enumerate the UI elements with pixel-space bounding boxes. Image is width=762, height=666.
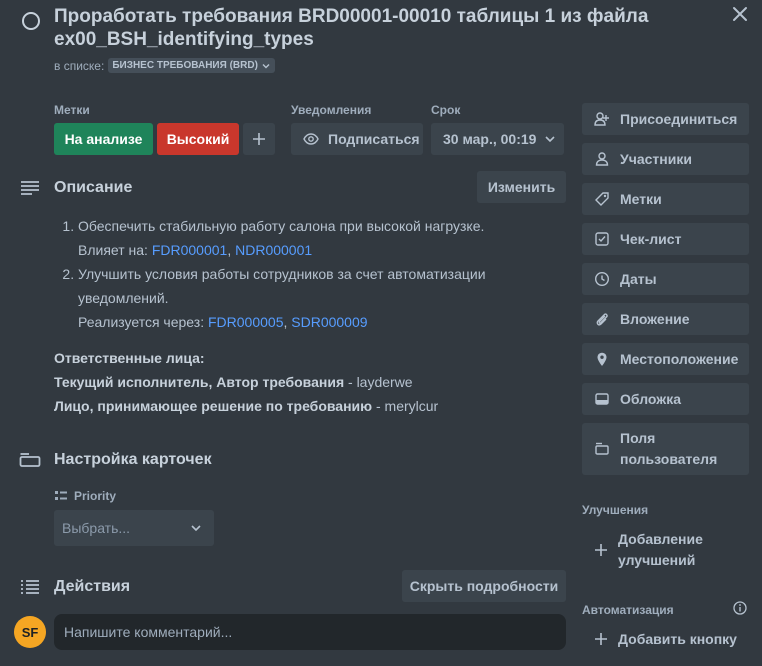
notifications-heading: Уведомления — [291, 103, 372, 117]
labels-heading: Метки — [54, 103, 90, 117]
comment-input[interactable]: Напишите комментарий... — [54, 614, 566, 650]
responsible-heading: Ответственные лица: — [54, 350, 205, 366]
custom-fields-icon — [594, 441, 610, 457]
link-fdr000005[interactable]: FDR000005 — [208, 314, 284, 330]
custom-fields-line1: Поля — [620, 430, 656, 446]
decision-value: - merylcur — [372, 398, 439, 414]
person-plus-icon — [594, 111, 610, 127]
location-button[interactable]: Местоположение — [582, 343, 749, 375]
attachment-button[interactable]: Вложение — [582, 303, 749, 335]
priority-select[interactable]: Выбрать... — [54, 510, 214, 546]
checklist-label: Чек-лист — [620, 231, 682, 247]
complete-toggle[interactable] — [22, 12, 40, 30]
separator: , — [227, 242, 236, 258]
plus-icon — [253, 133, 265, 145]
chevron-down-icon — [262, 63, 270, 68]
add-button-button[interactable]: Добавить кнопку — [582, 627, 749, 651]
eye-icon — [303, 133, 319, 145]
dates-label: Даты — [620, 271, 657, 287]
paperclip-icon — [594, 311, 610, 327]
custom-fields-button[interactable]: Поля пользователя — [582, 423, 749, 475]
subscribe-label: Подписаться — [328, 131, 420, 147]
activity-heading: Действия — [54, 578, 131, 595]
card-settings-heading: Настройка карточек — [54, 451, 212, 468]
hide-details-button[interactable]: Скрыть подробности — [402, 570, 566, 602]
labels-button[interactable]: Метки — [582, 183, 749, 215]
requirement-text: Улучшить условия работы сотрудников за с… — [78, 266, 486, 306]
card-title[interactable]: Проработать требования BRD00001-00010 та… — [54, 5, 714, 51]
join-button[interactable]: Присоединиться — [582, 103, 749, 135]
list-prefix: в списке: — [54, 58, 105, 73]
link-sdr000009[interactable]: SDR000009 — [291, 314, 367, 330]
tag-icon — [594, 191, 610, 207]
label-chip-analysis[interactable]: На анализе — [54, 123, 153, 155]
chevron-down-icon — [191, 525, 201, 532]
clock-icon — [594, 271, 610, 287]
cover-label: Обложка — [620, 391, 681, 407]
decision-label: Лицо, принимающее решение по требованию — [54, 398, 373, 414]
affects-line: Влияет на: FDR000001, NDR000001 — [78, 238, 524, 262]
plus-icon — [594, 543, 608, 557]
due-heading: Срок — [431, 103, 461, 117]
priority-field-label: Priority — [54, 489, 116, 503]
automation-heading: Автоматизация — [582, 603, 674, 617]
members-label: Участники — [620, 151, 692, 167]
location-pin-icon — [594, 351, 610, 367]
chevron-down-icon — [545, 136, 556, 143]
priority-label: Priority — [74, 489, 117, 503]
description-body: Обеспечить стабильную работу салона при … — [54, 214, 524, 418]
custom-fields-label: Поля пользователя — [620, 428, 717, 470]
activity-icon — [20, 579, 40, 595]
close-icon[interactable] — [728, 2, 752, 26]
join-label: Присоединиться — [620, 111, 738, 127]
add-powerups-line1: Добавление — [618, 531, 703, 547]
cover-button[interactable]: Обложка — [582, 383, 749, 415]
members-button[interactable]: Участники — [582, 143, 749, 175]
powerups-heading: Улучшения — [582, 503, 649, 517]
custom-fields-icon — [55, 491, 67, 500]
label-chip-high[interactable]: Высокий — [157, 123, 239, 155]
due-date-value: 30 мар., 00:19 — [443, 131, 537, 147]
link-ndr000001[interactable]: NDR000001 — [235, 242, 312, 258]
requirement-item: Улучшить условия работы сотрудников за с… — [78, 262, 524, 334]
custom-fields-line2: пользователя — [620, 451, 718, 467]
requirement-item: Обеспечить стабильную работу салона при … — [78, 214, 524, 262]
dates-button[interactable]: Даты — [582, 263, 749, 295]
add-powerups-line2: улучшений — [618, 552, 696, 568]
person-icon — [594, 151, 610, 167]
subscribe-button[interactable]: Подписаться — [291, 123, 423, 155]
requirement-text: Обеспечить стабильную работу салона при … — [78, 218, 485, 234]
checkbox-icon — [594, 231, 610, 247]
realized-label: Реализуется через: — [78, 314, 208, 330]
list-selector[interactable]: БИЗНЕС ТРЕБОВАНИЯ (BRD) — [108, 58, 275, 73]
link-fdr000001[interactable]: FDR000001 — [152, 242, 228, 258]
add-button-label: Добавить кнопку — [618, 631, 737, 647]
labels-label: Метки — [620, 191, 662, 207]
add-powerups-label: Добавление улучшений — [618, 529, 703, 571]
description-icon — [20, 180, 40, 196]
card-settings-icon — [19, 452, 41, 468]
list-info: в списке: БИЗНЕС ТРЕБОВАНИЯ (BRD) — [54, 58, 275, 73]
realized-line: Реализуется через: FDR000005, SDR000009 — [78, 310, 524, 334]
attachment-label: Вложение — [620, 311, 690, 327]
info-icon[interactable] — [733, 601, 747, 615]
edit-description-button[interactable]: Изменить — [477, 171, 566, 203]
checklist-button[interactable]: Чек-лист — [582, 223, 749, 255]
avatar[interactable]: SF — [14, 616, 46, 648]
location-label: Местоположение — [620, 351, 739, 367]
executor-line: Текущий исполнитель, Автор требования - … — [54, 370, 524, 394]
select-placeholder: Выбрать... — [62, 520, 131, 536]
cover-icon — [594, 391, 610, 407]
add-label-button[interactable] — [243, 123, 275, 155]
executor-label: Текущий исполнитель, Автор требования — [54, 374, 345, 390]
list-name: БИЗНЕС ТРЕБОВАНИЯ (BRD) — [112, 60, 258, 71]
decision-line: Лицо, принимающее решение по требованию … — [54, 394, 524, 418]
add-powerups-button[interactable]: Добавление улучшений — [582, 528, 749, 572]
plus-icon — [594, 632, 608, 646]
description-heading: Описание — [54, 179, 133, 196]
due-date-button[interactable]: 30 мар., 00:19 — [431, 123, 564, 155]
affects-label: Влияет на: — [78, 242, 152, 258]
executor-value: - layderwe — [344, 374, 413, 390]
